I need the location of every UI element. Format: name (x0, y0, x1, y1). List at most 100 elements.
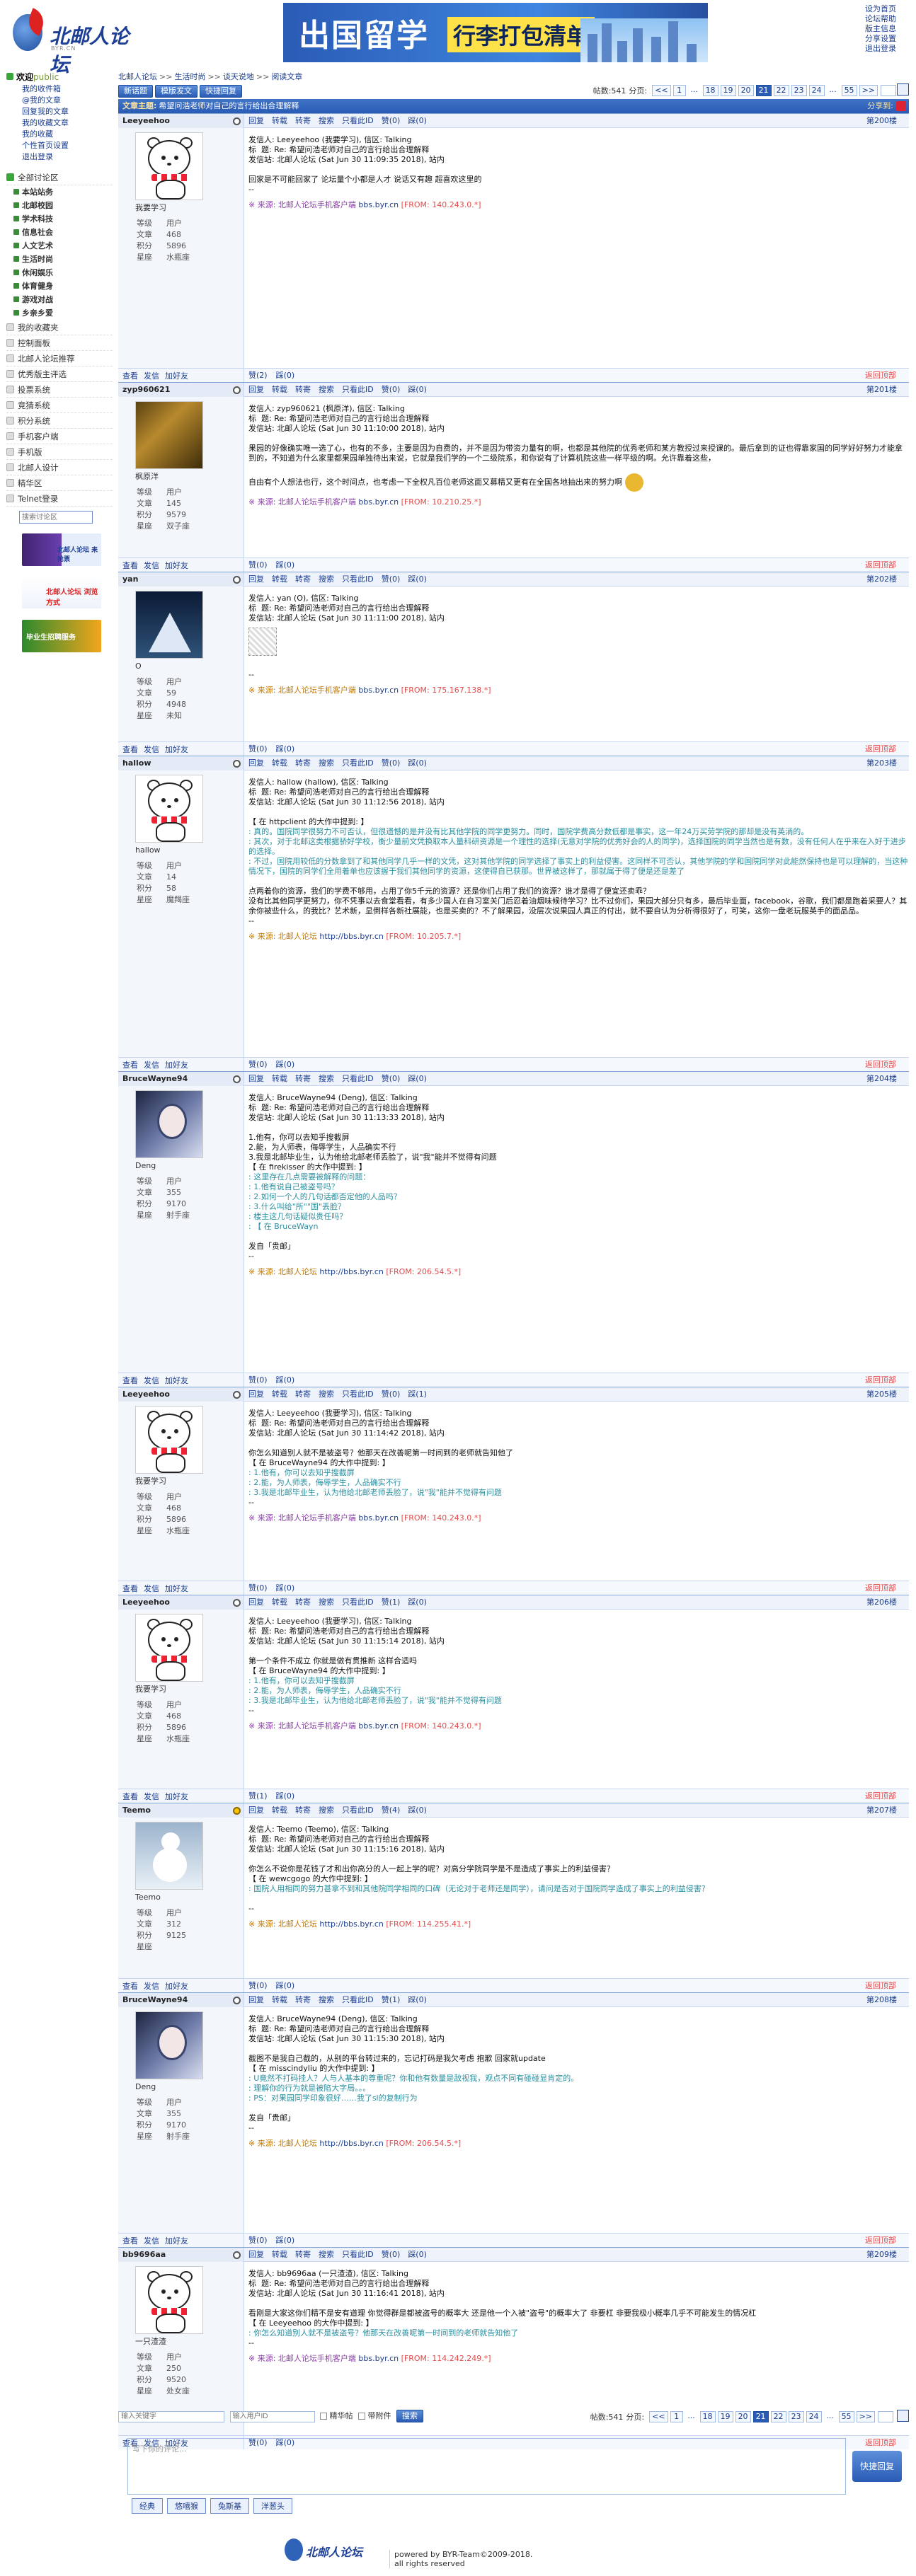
post-tool-6[interactable]: 踩(0) (408, 1995, 427, 2004)
page-link[interactable]: 18 (699, 2411, 716, 2422)
expand-icon[interactable] (6, 354, 14, 362)
post-tool-4[interactable]: 只看此ID (342, 116, 374, 125)
post-tool-0[interactable]: 回复 (248, 1806, 264, 1815)
board-category-link[interactable]: 学术科技 (6, 212, 113, 226)
post-tool-5[interactable]: 赞(1) (382, 1995, 401, 2004)
author-查看-link[interactable]: 查看 (122, 1980, 138, 1992)
bottom-search-button[interactable]: 搜索 (396, 2410, 423, 2422)
template-post-button[interactable]: 模版发文 (155, 85, 197, 98)
author-发信-link[interactable]: 发信 (144, 370, 159, 381)
dislike-button[interactable]: 踩(0) (276, 1981, 295, 1990)
post-tool-2[interactable]: 转寄 (295, 2250, 311, 2259)
expand-icon[interactable] (6, 370, 14, 378)
post-tool-3[interactable]: 搜索 (319, 574, 334, 584)
avatar[interactable] (135, 591, 203, 659)
quick-reply-submit[interactable]: 快捷回复 (852, 2451, 902, 2482)
dislike-button[interactable]: 踩(0) (276, 1375, 295, 1385)
emoticon-tab[interactable]: 经典 (132, 2498, 163, 2514)
post-tool-0[interactable]: 回复 (248, 1995, 264, 2004)
expand-icon[interactable] (6, 386, 14, 393)
user-link-item[interactable]: @我的文章 (6, 95, 113, 106)
nav-section-8[interactable]: 手机客户端 (6, 429, 113, 444)
post-tool-1[interactable]: 转载 (272, 574, 287, 584)
source-host-link[interactable]: http://bbs.byr.cn (319, 932, 383, 941)
nav-section-2[interactable]: 控制面板 (6, 335, 113, 351)
reply-textarea[interactable]: 写下你的评论... (127, 2438, 846, 2495)
author-加好友-link[interactable]: 加好友 (165, 1980, 188, 1992)
back-to-top-link[interactable]: 返回顶部 (865, 742, 896, 756)
expand-icon[interactable] (6, 323, 14, 331)
page-link[interactable]: 24 (806, 2411, 822, 2422)
avatar[interactable] (135, 2266, 203, 2334)
author-加好友-link[interactable]: 加好友 (165, 370, 188, 381)
post-tool-6[interactable]: 踩(0) (408, 385, 427, 394)
pager-jump-button[interactable] (897, 83, 909, 96)
back-to-top-link[interactable]: 返回顶部 (865, 1581, 896, 1595)
post-tool-1[interactable]: 转载 (272, 1074, 287, 1083)
page-link[interactable]: >> (856, 2411, 875, 2422)
page-link[interactable]: 20 (735, 2411, 751, 2422)
post-tool-6[interactable]: 踩(1) (408, 1390, 427, 1399)
post-tool-3[interactable]: 搜索 (319, 758, 334, 768)
post-tool-1[interactable]: 转载 (272, 1806, 287, 1815)
page-link[interactable]: 22 (773, 85, 789, 96)
like-button[interactable]: 赞(0) (248, 1375, 268, 1385)
source-host-link[interactable]: bbs.byr.cn (358, 1721, 399, 1731)
top-link-4[interactable]: 退出登录 (865, 44, 896, 54)
nav-section-6[interactable]: 竞猜系统 (6, 398, 113, 413)
author-查看-link[interactable]: 查看 (122, 744, 138, 755)
author-加好友-link[interactable]: 加好友 (165, 1059, 188, 1070)
avatar[interactable] (135, 775, 203, 843)
author-发信-link[interactable]: 发信 (144, 1980, 159, 1992)
source-host-link[interactable]: http://bbs.byr.cn (319, 2139, 383, 2148)
source-host-link[interactable]: bbs.byr.cn (358, 200, 399, 209)
board-category-link[interactable]: 生活时尚 (6, 253, 113, 266)
source-host-link[interactable]: bbs.byr.cn (358, 497, 399, 507)
expand-icon[interactable] (6, 495, 14, 502)
nav-section-10[interactable]: 北邮人设计 (6, 460, 113, 475)
author-发信-link[interactable]: 发信 (144, 1375, 159, 1386)
author-发信-link[interactable]: 发信 (144, 1583, 159, 1594)
post-tool-0[interactable]: 回复 (248, 2250, 264, 2259)
post-tool-2[interactable]: 转寄 (295, 1598, 311, 1607)
author-查看-link[interactable]: 查看 (122, 1791, 138, 1802)
post-tool-5[interactable]: 赞(0) (382, 385, 401, 394)
post-tool-5[interactable]: 赞(0) (382, 574, 401, 584)
dislike-button[interactable]: 踩(0) (276, 1791, 295, 1801)
page-link[interactable]: 19 (717, 2411, 733, 2422)
back-to-top-link[interactable]: 返回顶部 (865, 2234, 896, 2248)
user-link-item[interactable]: 我的收藏文章 (6, 117, 113, 129)
author-查看-link[interactable]: 查看 (122, 1583, 138, 1594)
post-tool-5[interactable]: 赞(0) (382, 758, 401, 768)
post-tool-4[interactable]: 只看此ID (342, 1995, 374, 2004)
post-tool-2[interactable]: 转寄 (295, 758, 311, 768)
post-tool-4[interactable]: 只看此ID (342, 1598, 374, 1607)
ad-ticket[interactable]: 北邮人论坛 来抢票 (22, 533, 101, 566)
post-tool-6[interactable]: 踩(0) (408, 116, 427, 125)
floor-number[interactable]: 第201楼 (866, 383, 897, 397)
post-tool-5[interactable]: 赞(4) (382, 1806, 401, 1815)
ad-jobs[interactable]: 毕业生招聘服务 (22, 620, 101, 652)
digest-checkbox[interactable] (320, 2413, 327, 2420)
post-tool-5[interactable]: 赞(0) (382, 2250, 401, 2259)
author-查看-link[interactable]: 查看 (122, 370, 138, 381)
floor-number[interactable]: 第209楼 (866, 2248, 897, 2262)
floor-number[interactable]: 第204楼 (866, 1072, 897, 1086)
post-tool-4[interactable]: 只看此ID (342, 385, 374, 394)
board-category-link[interactable]: 本站站务 (6, 185, 113, 199)
author-name[interactable]: Leeyeehoo (118, 114, 244, 128)
page-link[interactable]: 23 (791, 85, 807, 96)
post-tool-4[interactable]: 只看此ID (342, 1074, 374, 1083)
post-tool-4[interactable]: 只看此ID (342, 758, 374, 768)
page-link[interactable]: << (649, 2411, 668, 2422)
post-tool-1[interactable]: 转载 (272, 1995, 287, 2004)
post-tool-1[interactable]: 转载 (272, 1390, 287, 1399)
author-发信-link[interactable]: 发信 (144, 744, 159, 755)
post-tool-1[interactable]: 转载 (272, 2250, 287, 2259)
back-to-top-link[interactable]: 返回顶部 (865, 369, 896, 383)
emoticon-tab[interactable]: 悠嘻猴 (167, 2498, 206, 2514)
post-tool-6[interactable]: 踩(0) (408, 1806, 427, 1815)
author-查看-link[interactable]: 查看 (122, 1375, 138, 1386)
top-link-1[interactable]: 论坛帮助 (865, 14, 896, 24)
dislike-button[interactable]: 踩(0) (276, 560, 295, 570)
